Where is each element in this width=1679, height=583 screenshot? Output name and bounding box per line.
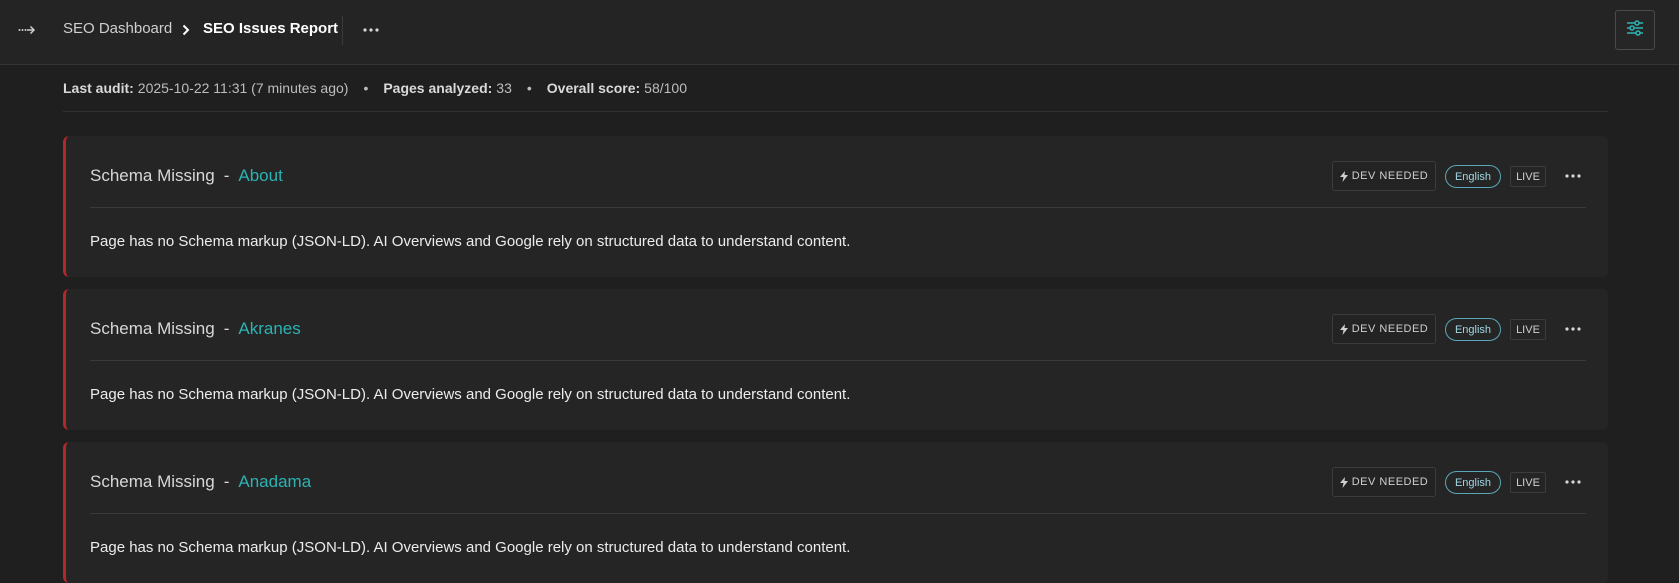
more-options-icon[interactable] [1560, 318, 1586, 340]
heading-separator: - [223, 472, 230, 491]
issue-heading: Schema Missing - Anadama [90, 472, 311, 492]
dev-needed-label: DEV NEEDED [1351, 323, 1429, 335]
issue-type: Schema Missing [90, 472, 215, 491]
status-badge: LIVE [1510, 166, 1546, 187]
pages-analyzed-label: Pages analyzed: [383, 80, 493, 96]
expand-sidebar-icon[interactable] [18, 20, 38, 40]
dev-needed-label: DEV NEEDED [1351, 170, 1429, 182]
divider [90, 360, 1586, 361]
dev-needed-badge[interactable]: DEV NEEDED [1332, 161, 1436, 191]
last-audit-value: 2025-10-22 11:31 (7 minutes ago) [137, 80, 349, 96]
pages-analyzed-value: 33 [496, 80, 512, 96]
issue-page-link[interactable]: Akranes [238, 319, 300, 339]
issue-description: Page has no Schema markup (JSON-LD). AI … [90, 386, 851, 403]
issue-heading: Schema Missing - Akranes [90, 319, 301, 339]
lightning-icon [1339, 323, 1348, 335]
breadcrumb-current: SEO Issues Report [203, 20, 339, 37]
heading-separator: - [223, 319, 230, 338]
language-badge[interactable]: English [1445, 165, 1501, 188]
status-badge: LIVE [1510, 472, 1546, 493]
divider [342, 16, 343, 45]
overall-score-value: 58/100 [644, 80, 687, 96]
divider [90, 207, 1586, 208]
issue-description: Page has no Schema markup (JSON-LD). AI … [90, 233, 851, 250]
issue-card: Schema Missing - Akranes DEV NEEDED Engl… [63, 289, 1608, 430]
top-bar: SEO Dashboard SEO Issues Report [0, 0, 1679, 65]
audit-summary: Last audit: 2025-10-22 11:31 (7 minutes … [63, 80, 687, 96]
more-options-icon[interactable] [1560, 165, 1586, 187]
issue-page-link[interactable]: About [238, 166, 282, 186]
issue-description: Page has no Schema markup (JSON-LD). AI … [90, 539, 851, 556]
chevron-right-icon [180, 20, 192, 40]
issue-type: Schema Missing [90, 166, 215, 185]
divider [63, 111, 1608, 112]
dev-needed-label: DEV NEEDED [1351, 476, 1429, 488]
dev-needed-badge[interactable]: DEV NEEDED [1332, 467, 1436, 497]
dev-needed-badge[interactable]: DEV NEEDED [1332, 314, 1436, 344]
lightning-icon [1339, 170, 1348, 182]
issue-card: Schema Missing - About DEV NEEDED Englis… [63, 136, 1608, 277]
issue-card: Schema Missing - Anadama DEV NEEDED Engl… [63, 442, 1608, 583]
issue-type: Schema Missing [90, 319, 215, 338]
language-badge[interactable]: English [1445, 471, 1501, 494]
issue-page-link[interactable]: Anadama [238, 472, 311, 492]
breadcrumb-root-link[interactable]: SEO Dashboard [63, 20, 172, 37]
overall-score-label: Overall score: [546, 80, 641, 96]
status-badge: LIVE [1510, 319, 1546, 340]
more-options-icon[interactable] [1560, 471, 1586, 493]
divider [90, 513, 1586, 514]
separator-dot: • [526, 80, 532, 96]
more-options-icon[interactable] [360, 18, 382, 42]
sliders-icon [1626, 19, 1644, 41]
filter-settings-button[interactable] [1615, 10, 1655, 50]
lightning-icon [1339, 476, 1348, 488]
language-badge[interactable]: English [1445, 318, 1501, 341]
heading-separator: - [223, 166, 230, 185]
last-audit-label: Last audit: [63, 80, 134, 96]
issue-heading: Schema Missing - About [90, 166, 283, 186]
separator-dot: • [363, 80, 369, 96]
